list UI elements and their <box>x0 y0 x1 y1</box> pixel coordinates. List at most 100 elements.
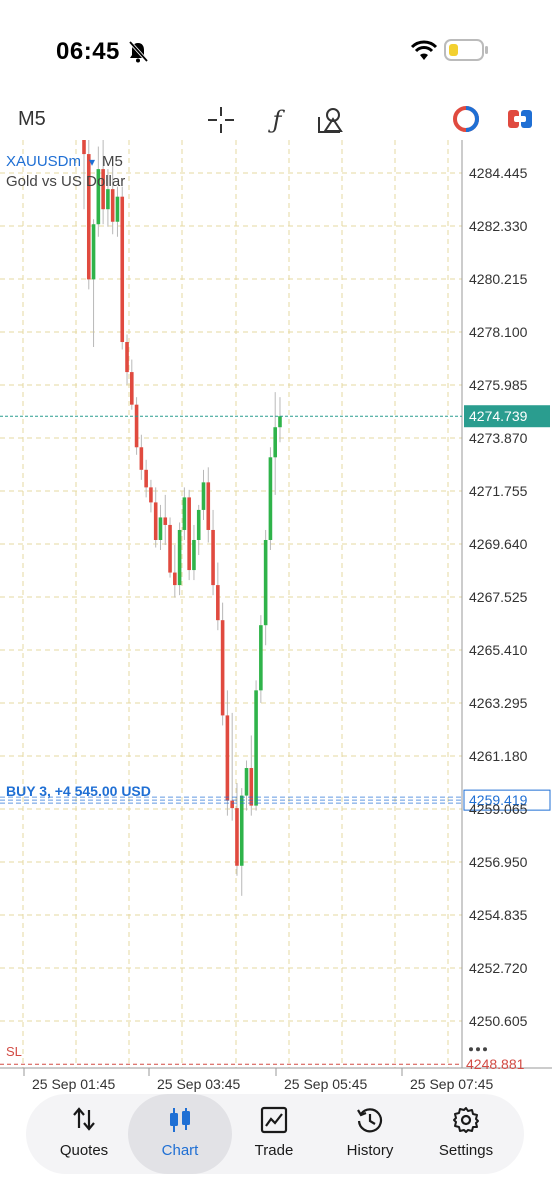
sl-price-text: 4248.881 <box>466 1056 525 1072</box>
y-tick-label: 4267.525 <box>469 589 528 605</box>
trade-chart-icon <box>260 1106 288 1134</box>
nav-quotes-label: Quotes <box>59 1142 109 1159</box>
y-tick-label: 4271.755 <box>469 483 528 499</box>
y-tick-label: 4282.330 <box>469 218 528 234</box>
nav-chart[interactable]: Chart <box>128 1094 232 1174</box>
more-dots-icon <box>483 1047 487 1052</box>
status-time: 06:45 <box>56 38 120 65</box>
candle-body <box>82 140 86 155</box>
nav-trade-label: Trade <box>254 1142 294 1159</box>
candle-body <box>225 715 230 801</box>
chart-description: Gold vs US Dollar <box>6 173 125 190</box>
symbol-dropdown-icon[interactable]: ▾ <box>89 155 95 169</box>
candle-body <box>106 189 110 210</box>
battery-icon <box>444 38 490 67</box>
position-label[interactable]: BUY 3, +4 545.00 USD <box>6 783 151 799</box>
candle-body <box>187 497 191 571</box>
candle-body <box>120 196 125 343</box>
bell-muted-icon <box>127 40 149 69</box>
x-tick-label: 25 Sep 05:45 <box>284 1076 368 1092</box>
candle-body <box>220 620 225 716</box>
objects-icon[interactable] <box>316 105 346 140</box>
candle-body <box>130 372 134 405</box>
candle-body <box>254 690 258 806</box>
candle-body <box>192 539 196 571</box>
candle-body <box>139 447 144 470</box>
candle-body <box>196 509 201 540</box>
y-tick-label: 4261.180 <box>469 748 528 764</box>
candle-body <box>144 469 148 488</box>
y-tick-label: 4263.295 <box>469 695 528 711</box>
nav-settings-label: Settings <box>438 1142 494 1159</box>
candle-body <box>273 427 277 458</box>
chart-toolbar: M5 ƒ <box>0 100 552 140</box>
y-tick-label: 4269.640 <box>469 536 528 552</box>
sl-label[interactable]: SL <box>6 1044 22 1059</box>
settings-gear-icon <box>453 1107 479 1133</box>
candle-body <box>244 768 249 796</box>
candle-body <box>235 808 239 866</box>
more-dots-icon <box>469 1047 473 1052</box>
y-tick-label: 4275.985 <box>469 377 528 393</box>
chart-symbol[interactable]: XAUUSDm <box>6 153 81 170</box>
candle-body <box>211 529 215 586</box>
candle-body <box>153 502 158 540</box>
trade-panel-icon[interactable] <box>506 105 534 138</box>
y-tick-label: 4273.870 <box>469 430 528 446</box>
nav-settings[interactable]: Settings <box>420 1094 512 1174</box>
y-tick-label: 4254.835 <box>469 907 528 923</box>
status-bar: 06:45 <box>0 0 552 100</box>
nav-history[interactable]: History <box>324 1094 416 1174</box>
candle-body <box>239 795 244 866</box>
time-axis: 25 Sep 01:45 25 Sep 03:45 25 Sep 05:45 25 S… <box>23 1068 494 1092</box>
candle-body <box>177 529 182 586</box>
nav-chart-label: Chart <box>161 1142 199 1159</box>
nav-history-label: History <box>346 1142 394 1159</box>
price-chart[interactable]: 4274.7394259.4194248.881 4284.445 4282.33… <box>0 140 552 1100</box>
one-click-trading-icon[interactable] <box>452 105 480 138</box>
y-tick-label: 4284.445 <box>469 165 528 181</box>
x-tick-label: 25 Sep 03:45 <box>157 1076 241 1092</box>
wifi-icon <box>410 40 438 67</box>
more-dots-icon <box>476 1047 480 1052</box>
candle-body <box>168 524 172 573</box>
svg-text:ƒ: ƒ <box>268 106 286 134</box>
candle-body <box>115 196 120 222</box>
candle-body <box>206 482 211 530</box>
candle-body <box>263 539 268 626</box>
indicators-icon[interactable]: ƒ <box>262 105 292 140</box>
candle-body <box>110 189 115 222</box>
y-tick-label: 4250.605 <box>469 1013 528 1029</box>
y-tick-label: 4280.215 <box>469 271 528 287</box>
x-tick-label: 25 Sep 07:45 <box>410 1076 494 1092</box>
y-tick-label: 4256.950 <box>469 854 528 870</box>
nav-trade[interactable]: Trade <box>228 1094 320 1174</box>
price-axis: 4284.445 4282.330 4280.215 4278.100 4275.985… <box>469 165 528 1029</box>
nav-quotes[interactable]: Quotes <box>38 1094 130 1174</box>
chart-timeframe: M5 <box>102 153 123 170</box>
candle-body <box>268 457 273 540</box>
current-price-text: 4274.739 <box>469 408 528 424</box>
candle-body <box>182 497 187 530</box>
timeframe-button[interactable]: M5 <box>18 108 46 131</box>
candle-body <box>149 487 153 503</box>
x-tick-label: 25 Sep 01:45 <box>32 1076 116 1092</box>
candle-body <box>173 572 177 586</box>
crosshair-icon[interactable] <box>206 105 236 140</box>
candle-body <box>230 800 234 809</box>
quotes-icon <box>73 1107 95 1131</box>
y-tick-label: 4278.100 <box>469 324 528 340</box>
candle-body <box>91 224 96 280</box>
y-tick-label: 4252.720 <box>469 960 528 976</box>
bottom-navigation: Quotes Chart Trade History Settings <box>26 1094 524 1174</box>
candle-body <box>259 625 263 691</box>
candle-body <box>134 404 139 448</box>
candle-body <box>158 517 163 540</box>
candlestick-chart-icon <box>170 1108 190 1132</box>
candle-body <box>201 482 206 510</box>
y-tick-label: 4259.065 <box>469 801 528 817</box>
history-icon <box>357 1108 383 1133</box>
y-tick-label: 4265.410 <box>469 642 528 658</box>
candle-body <box>278 416 282 428</box>
candle-body <box>125 342 129 373</box>
